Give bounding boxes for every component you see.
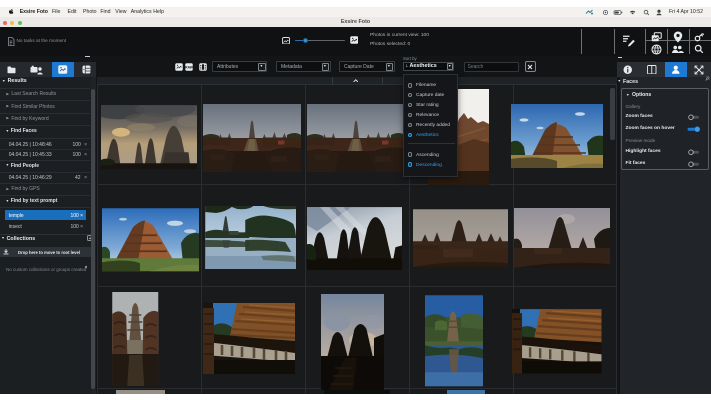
svg-text:RAW: RAW [185, 66, 192, 70]
